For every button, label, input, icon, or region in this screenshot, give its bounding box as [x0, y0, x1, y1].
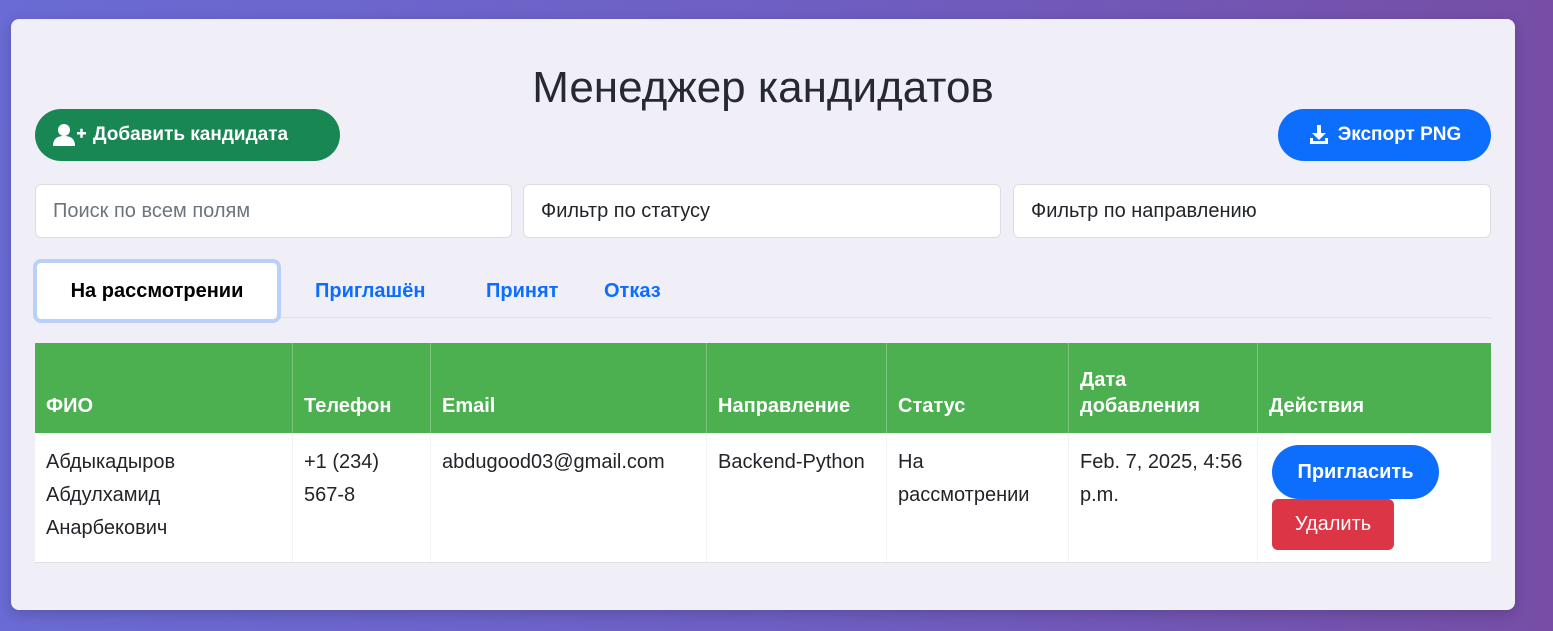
candidate-date: Feb. 7, 2025, 4:56 p.m. [1069, 433, 1258, 562]
tab-invited[interactable]: Приглашён [315, 259, 425, 323]
export-png-button[interactable]: Экспорт PNG [1278, 109, 1491, 161]
candidate-actions: Пригласить Удалить [1258, 433, 1491, 562]
export-png-label: Экспорт PNG [1337, 124, 1462, 145]
candidate-phone: +1 (234) 567-8 [293, 433, 431, 562]
add-candidate-label: Добавить кандидата [93, 124, 289, 145]
candidate-direction: Backend-Python [707, 433, 887, 562]
column-header-date[interactable]: Дата добавления [1069, 343, 1258, 433]
search-input[interactable]: Поиск по всем полям [35, 184, 512, 238]
candidate-manager-card: Менеджер кандидатов Добавить кандидата Э… [11, 19, 1515, 610]
column-header-email[interactable]: Email [431, 343, 707, 433]
add-candidate-button[interactable]: Добавить кандидата [35, 109, 340, 161]
column-header-direction[interactable]: Направление [707, 343, 887, 433]
direction-filter-input[interactable]: Фильтр по направлению [1013, 184, 1491, 238]
candidates-table: ФИО Телефон Email Направление Статус Дат… [35, 343, 1491, 563]
column-header-actions: Действия [1269, 395, 1365, 417]
user-plus-icon [53, 123, 87, 147]
candidate-name: Абдыкадыров Абдулхамид Анарбекович [35, 433, 293, 562]
tab-accepted[interactable]: Принят [486, 259, 558, 323]
tab-rejected[interactable]: Отказ [604, 259, 661, 323]
tab-under-review[interactable]: На рассмотрении [33, 259, 281, 323]
download-icon [1308, 124, 1330, 146]
invite-button[interactable]: Пригласить [1272, 445, 1439, 499]
status-filter-input[interactable]: Фильтр по статусу [523, 184, 1001, 238]
delete-button[interactable]: Удалить [1272, 499, 1394, 550]
candidate-status: На рассмотрении [887, 433, 1069, 562]
table-row: Абдыкадыров Абдулхамид Анарбекович +1 (2… [35, 433, 1491, 563]
column-header-phone[interactable]: Телефон [293, 343, 431, 433]
column-header-name[interactable]: ФИО [35, 343, 293, 433]
page-title: Менеджер кандидатов [532, 63, 994, 112]
candidate-email: abdugood03@gmail.com [431, 433, 707, 562]
column-header-status[interactable]: Статус [887, 343, 1069, 433]
table-header: ФИО Телефон Email Направление Статус Дат… [35, 343, 1491, 433]
